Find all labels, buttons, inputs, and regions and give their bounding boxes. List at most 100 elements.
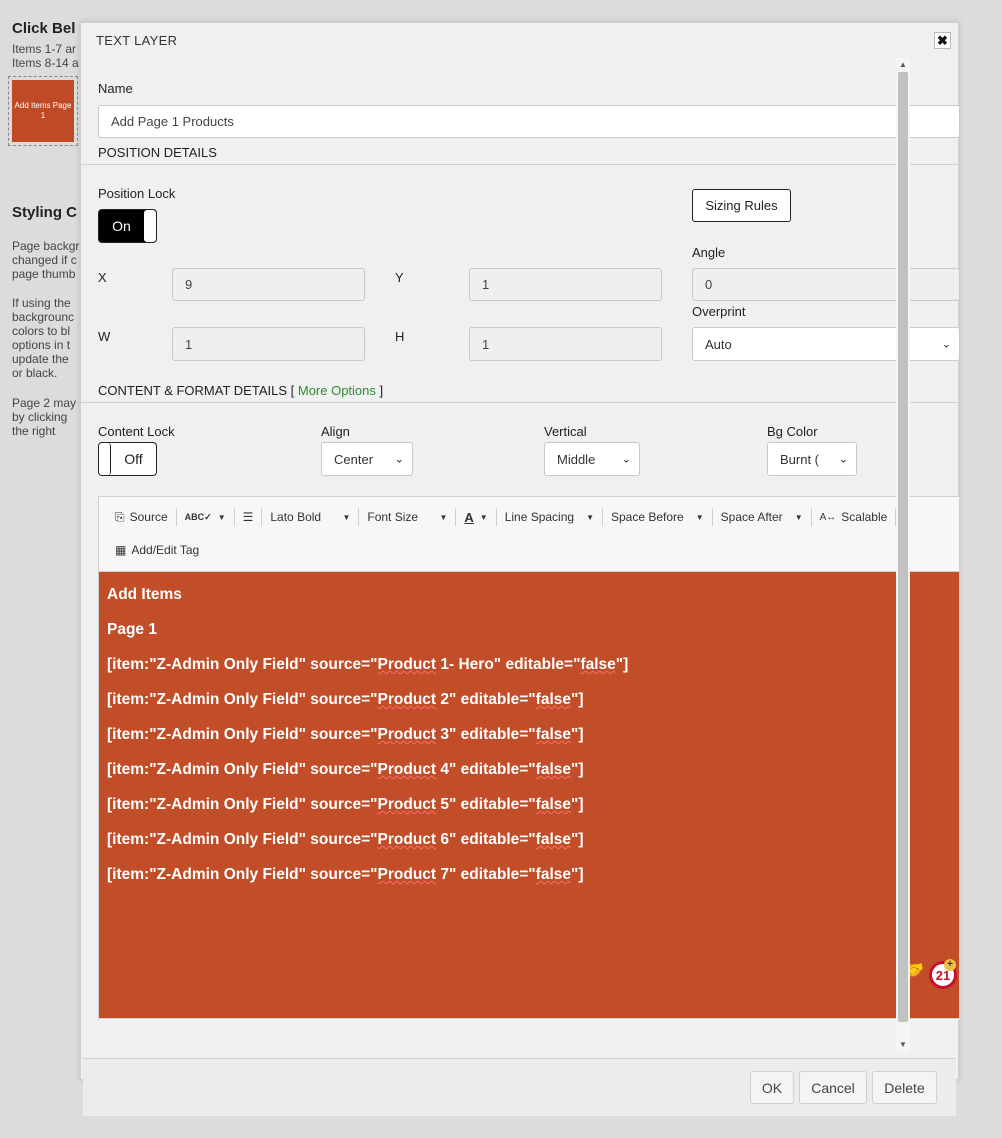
toolbar-divider bbox=[175, 508, 177, 526]
bulleted-list-icon: ☰ bbox=[242, 510, 254, 524]
background-text: page thumb bbox=[12, 267, 76, 281]
spell-flagged-word: Product bbox=[377, 761, 437, 778]
item-text: [item: bbox=[107, 796, 150, 813]
space-after-label: Space After bbox=[720, 510, 783, 524]
source-button[interactable]: ⎘ Source bbox=[109, 505, 174, 529]
h-input[interactable]: 1 bbox=[469, 327, 662, 361]
vertical-value: Middle bbox=[557, 451, 596, 467]
scrollbar-thumb[interactable] bbox=[898, 72, 908, 1022]
element-path-bar: body p span span bbox=[99, 1018, 959, 1020]
align-select[interactable]: Center ⌄ bbox=[321, 442, 413, 476]
overprint-value: Auto bbox=[705, 336, 732, 352]
close-icon[interactable]: ✖ bbox=[934, 32, 951, 49]
sizing-rules-button[interactable]: Sizing Rules bbox=[692, 189, 791, 222]
scalable-label: Scalable bbox=[841, 510, 888, 524]
name-input[interactable]: Add Page 1 Products bbox=[98, 105, 960, 138]
w-input[interactable]: 1 bbox=[172, 327, 365, 361]
bg-color-select[interactable]: Burnt ( ⌄ bbox=[767, 442, 857, 476]
h-label: H bbox=[395, 329, 405, 344]
item-text: "] bbox=[571, 831, 584, 848]
item-text: 4" editable=" bbox=[436, 761, 536, 778]
toolbar-divider bbox=[455, 508, 457, 526]
toolbar-divider bbox=[358, 508, 360, 526]
scroll-up-icon[interactable]: ▲ bbox=[896, 58, 910, 72]
align-value: Center bbox=[334, 451, 374, 467]
item-text: [item: bbox=[107, 656, 150, 673]
item-text: 1- Hero" editable=" bbox=[436, 656, 581, 673]
toggle-state: On bbox=[112, 218, 131, 234]
bulleted-list-button[interactable]: ☰ bbox=[237, 505, 260, 529]
item-text: "Z-Admin Only Field" source=" bbox=[149, 656, 378, 673]
font-dropdown[interactable]: Lato Bold ▼ bbox=[264, 505, 356, 529]
space-after-dropdown[interactable]: Space After ▼ bbox=[715, 505, 809, 529]
caret-down-icon: ▼ bbox=[695, 512, 704, 522]
background-text: Page backgr bbox=[12, 239, 80, 253]
item-text: 7" editable=" bbox=[436, 866, 536, 883]
background-text: update the bbox=[12, 352, 69, 366]
more-options-link[interactable]: More Options bbox=[298, 383, 376, 398]
background-text: options in t bbox=[12, 338, 71, 352]
dialog-scrollbar[interactable]: ▲ ▼ bbox=[896, 58, 910, 1052]
source-label: Source bbox=[129, 510, 168, 524]
delete-button[interactable]: Delete bbox=[872, 1071, 937, 1104]
section-title: POSITION DETAILS bbox=[98, 145, 217, 160]
vertical-select[interactable]: Middle ⌄ bbox=[544, 442, 640, 476]
editor-content-area[interactable]: Add Items Page 1 [item:"Z-Admin Only Fie… bbox=[99, 572, 959, 1019]
toggle-knob bbox=[144, 210, 156, 242]
space-before-dropdown[interactable]: Space Before ▼ bbox=[605, 505, 710, 529]
scroll-down-icon[interactable]: ▼ bbox=[896, 1038, 910, 1052]
toolbar-divider bbox=[495, 508, 497, 526]
line-spacing-dropdown[interactable]: Line Spacing ▼ bbox=[499, 505, 600, 529]
item-text: [item: bbox=[107, 761, 150, 778]
notification-badge[interactable]: 21 + bbox=[929, 959, 957, 989]
content-section-header: CONTENT & FORMAT DETAILS [ More Options … bbox=[81, 383, 960, 403]
angle-input[interactable]: 0 bbox=[692, 268, 960, 301]
spell-flagged-word: false bbox=[535, 831, 571, 848]
chevron-down-icon: ⌄ bbox=[838, 453, 848, 466]
background-text: Page 2 may bbox=[12, 396, 77, 410]
bg-color-value: Burnt ( bbox=[780, 451, 820, 467]
overprint-label: Overprint bbox=[692, 304, 746, 319]
vertical-label: Vertical bbox=[544, 424, 587, 439]
scalable-button[interactable]: A↔ Scalable bbox=[814, 505, 894, 529]
overprint-select[interactable]: Auto ⌄ bbox=[692, 327, 960, 361]
item-line: [item:"Z-Admin Only Field" source="Produ… bbox=[107, 831, 951, 849]
item-text: "Z-Admin Only Field" source=" bbox=[149, 831, 378, 848]
spell-flagged-word: false bbox=[535, 866, 571, 883]
spellcheck-icon: ABC✓ bbox=[184, 511, 212, 522]
y-input[interactable]: 1 bbox=[469, 268, 662, 301]
add-edit-tag-button[interactable]: ▦ Add/Edit Tag bbox=[109, 538, 205, 562]
toggle-state: Off bbox=[124, 451, 143, 467]
caret-down-icon: ▼ bbox=[586, 512, 594, 522]
x-label: X bbox=[98, 270, 107, 285]
x-input[interactable]: 9 bbox=[172, 268, 365, 301]
content-lock-toggle[interactable]: Off bbox=[98, 442, 157, 476]
cancel-button[interactable]: Cancel bbox=[799, 1071, 867, 1104]
font-size-label: Font Size bbox=[367, 510, 419, 524]
dialog-footer: OK Cancel Delete bbox=[83, 1058, 956, 1116]
ok-button[interactable]: OK bbox=[750, 1071, 794, 1104]
item-text: 2" editable=" bbox=[436, 691, 536, 708]
spell-flagged-word: false bbox=[535, 761, 571, 778]
section-title: CONTENT & FORMAT DETAILS [ bbox=[98, 383, 295, 398]
text-color-button[interactable]: A ▼ bbox=[458, 505, 493, 529]
spell-flagged-word: false bbox=[535, 726, 571, 743]
item-text: "] bbox=[615, 656, 629, 673]
position-lock-label: Position Lock bbox=[98, 186, 176, 201]
item-line: [item:"Z-Admin Only Field" source="Produ… bbox=[107, 866, 951, 884]
caret-down-icon: ▼ bbox=[479, 512, 488, 522]
spell-flagged-word: false bbox=[535, 691, 571, 708]
spell-flagged-word: Product bbox=[377, 691, 437, 708]
chevron-down-icon: ⌄ bbox=[941, 338, 951, 351]
position-lock-toggle[interactable]: On bbox=[98, 209, 157, 243]
toolbar-divider bbox=[602, 508, 603, 526]
scalable-icon: A↔ bbox=[819, 511, 837, 523]
item-text: [item: bbox=[107, 866, 150, 883]
spellcheck-button[interactable]: ABC✓ ▼ bbox=[179, 505, 232, 529]
item-text: 5" editable=" bbox=[436, 796, 536, 813]
bg-color-label: Bg Color bbox=[767, 424, 818, 439]
background-text: colors to bl bbox=[12, 324, 71, 338]
page-thumbnail[interactable]: Add Items Page 1 bbox=[8, 76, 78, 146]
spell-flagged-word: Product bbox=[377, 796, 437, 813]
font-size-dropdown[interactable]: Font Size ▼ bbox=[361, 505, 453, 529]
